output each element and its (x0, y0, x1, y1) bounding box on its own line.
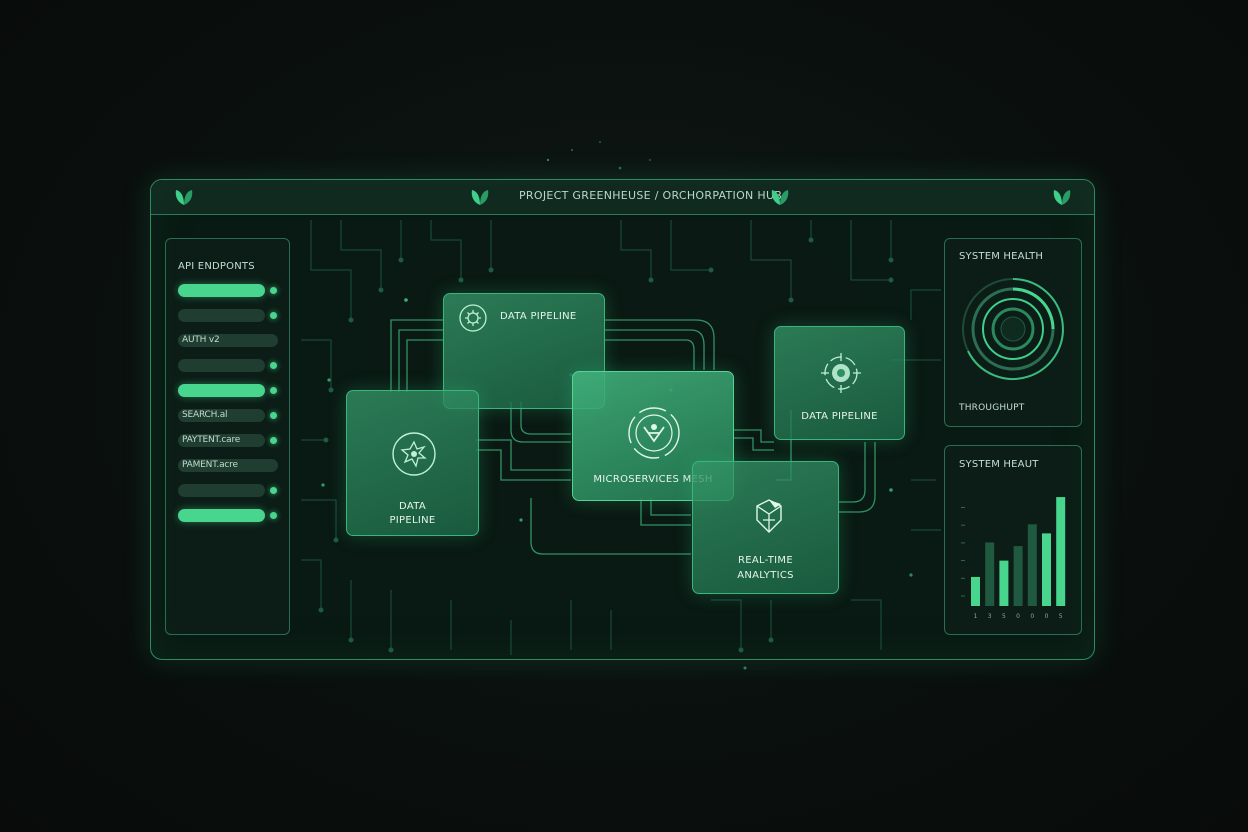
endpoint-row[interactable] (178, 384, 278, 398)
orchestration-window: PROJECT GREENHEUSE / ORCHORPATION HUB AP… (150, 179, 1095, 660)
bar (1027, 524, 1037, 606)
status-dot (270, 512, 277, 519)
window-title: PROJECT GREENHEUSE / ORCHORPATION HUB (519, 189, 783, 202)
leaf-icon (175, 190, 193, 205)
endpoint-label: PAYTENT.care (182, 435, 241, 445)
status-dot (270, 312, 277, 319)
status-dot (270, 412, 277, 419)
endpoint-row[interactable] (178, 509, 278, 523)
x-tick-label: 1 (974, 613, 978, 620)
node-label-line2: ANALYTICS (737, 570, 794, 581)
x-tick-label: 0 (1045, 613, 1049, 620)
panel-title: SYSTEM HEALTH (959, 251, 1044, 262)
endpoint-row[interactable]: PAMENT.acre (178, 459, 278, 473)
node-label: DATA PIPELINE (500, 311, 577, 322)
node-real-time-analytics[interactable]: REAL-TIME ANALYTICS (692, 461, 839, 594)
bar (985, 542, 995, 606)
bar (999, 560, 1009, 606)
status-dot (270, 287, 277, 294)
node-data-pipeline-left[interactable]: DATA PIPELINE (346, 390, 479, 536)
endpoint-label: PAMENT.acre (182, 460, 238, 470)
bar (1056, 497, 1066, 606)
bar-chart: 1 3 5 0 0 0 5 (961, 497, 1066, 620)
health-gauge (962, 278, 1064, 380)
node-label-line1: REAL-TIME (738, 555, 793, 566)
analytics-cube-icon (756, 499, 782, 533)
leaf-icon (1053, 190, 1071, 205)
endpoint-bar (178, 284, 265, 297)
endpoint-row[interactable]: SEARCH.al (178, 409, 278, 423)
endpoint-label: SEARCH.al (182, 410, 228, 420)
status-dot (270, 437, 277, 444)
endpoint-bar (178, 384, 265, 397)
api-endpoints-panel: API ENDPONTS AUTH v2 SEARCH.al PAYTENT.car… (165, 238, 290, 635)
pipeline-flower-icon (392, 432, 436, 476)
title-bar: PROJECT GREENHEUSE / ORCHORPATION HUB (151, 180, 1094, 215)
endpoint-row[interactable] (178, 309, 278, 323)
panel-title: SYSTEM HEAUT (959, 459, 1039, 470)
endpoint-row[interactable] (178, 284, 278, 298)
status-dot (270, 362, 277, 369)
endpoint-bar (178, 309, 265, 322)
bar (1013, 546, 1023, 606)
system-health-panel: SYSTEM HEALTH THROUGHUPT (944, 238, 1082, 427)
x-tick-label: 5 (1002, 613, 1006, 620)
node-label-line2: PIPELINE (389, 515, 436, 526)
node-data-pipeline-right[interactable]: DATA PIPELINE (774, 326, 905, 440)
leaf-icon (471, 190, 489, 205)
endpoint-row[interactable]: PAYTENT.care (178, 434, 278, 448)
leaf-icon (771, 190, 789, 205)
status-dot (270, 487, 277, 494)
node-label-line1: DATA (399, 501, 426, 512)
endpoint-bar (178, 484, 265, 497)
endpoint-bar (178, 359, 265, 372)
x-tick-label: 0 (1030, 613, 1034, 620)
endpoint-row[interactable] (178, 359, 278, 373)
x-tick-label: 5 (1059, 613, 1063, 620)
panel-title: API ENDPONTS (178, 261, 255, 272)
x-tick-label: 0 (1016, 613, 1020, 620)
status-dot (270, 387, 277, 394)
endpoint-label: AUTH v2 (182, 335, 220, 345)
system-chart-panel: SYSTEM HEAUT 1 3 5 0 0 0 5 (944, 445, 1082, 635)
endpoint-bar (178, 509, 265, 522)
bar (971, 576, 980, 606)
mesh-hub-icon (628, 407, 680, 459)
node-label: DATA PIPELINE (801, 411, 878, 422)
endpoint-row[interactable] (178, 484, 278, 498)
endpoint-row[interactable]: AUTH v2 (178, 334, 278, 348)
target-icon (821, 353, 861, 393)
bar (1042, 533, 1051, 606)
stage: PROJECT GREENHEUSE / ORCHORPATION HUB AP… (0, 0, 1248, 832)
x-tick-label: 3 (988, 613, 992, 620)
throughput-label: THROUGHUPT (959, 403, 1025, 413)
